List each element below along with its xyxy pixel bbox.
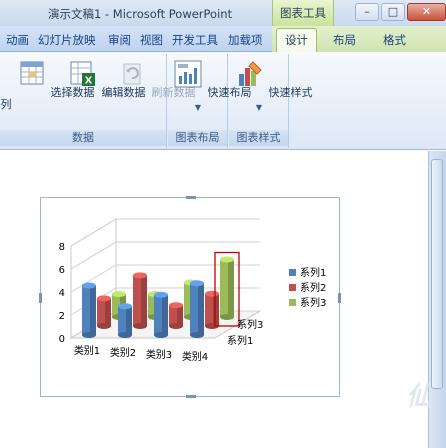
tab-layout[interactable]: 布局 bbox=[333, 32, 356, 48]
tab-developer[interactable]: 开发工具 bbox=[172, 32, 218, 48]
switch-row-column-label: 列 bbox=[0, 98, 12, 111]
tab-design[interactable]: 设计 bbox=[276, 28, 317, 53]
bar-base bbox=[82, 332, 96, 338]
maximize-icon: □ bbox=[387, 5, 399, 18]
bar-shade bbox=[198, 283, 204, 335]
bar-top bbox=[133, 272, 147, 279]
bar-top bbox=[97, 295, 111, 302]
legend-label: 系列1 bbox=[300, 266, 326, 279]
minimize-button[interactable]: – bbox=[355, 3, 379, 21]
legend-swatch bbox=[289, 299, 296, 306]
bar-top bbox=[190, 280, 204, 287]
depth-axis-label: 系列3 bbox=[237, 318, 263, 331]
group-data: 列 选择数据 X 编辑数据 刷新数据 数据 bbox=[0, 54, 196, 148]
y-tick-label: 8 bbox=[59, 242, 65, 253]
chart-tools-context-label: 图表工具 bbox=[272, 0, 334, 26]
bar-base bbox=[169, 323, 183, 329]
y-tick-label: 4 bbox=[59, 288, 65, 299]
legend-swatch bbox=[289, 284, 296, 291]
chart-3d-column[interactable]: 0 2 4 6 8 类别1 类别2 类别3 类别4 系列1 系列3 系列1 系列2 系列3 bbox=[41, 198, 341, 398]
resize-handle-bottom[interactable] bbox=[186, 395, 196, 398]
category-label: 类别1 bbox=[74, 344, 100, 357]
refresh-data-button[interactable]: 刷新数据 bbox=[116, 58, 196, 100]
tab-slideshow[interactable]: 幻灯片放映 bbox=[38, 32, 96, 48]
group-chart-layout: 快速布局 ▼ 图表布局 bbox=[168, 54, 252, 148]
resize-handle-left[interactable] bbox=[39, 293, 42, 303]
bar-top bbox=[205, 290, 219, 297]
legend-swatch bbox=[289, 269, 296, 276]
select-data-button[interactable]: 选择数据 bbox=[15, 58, 95, 100]
legend-label: 系列3 bbox=[300, 296, 326, 309]
svg-text:X: X bbox=[85, 76, 93, 87]
bar-top bbox=[220, 256, 234, 263]
resize-handle-top[interactable] bbox=[186, 196, 196, 199]
bar-top bbox=[82, 282, 96, 289]
ribbon-tabs: 动画 幻灯片放映 审阅 视图 开发工具 加载项 设计 布局 格式 bbox=[0, 26, 446, 53]
bar-top bbox=[118, 303, 132, 310]
bar-base bbox=[118, 332, 132, 338]
close-button[interactable]: ✕ bbox=[407, 3, 446, 21]
title-bar: 演示文稿1 - Microsoft PowerPoint 图表工具 – □ ✕ bbox=[0, 0, 446, 26]
bar-shade bbox=[162, 294, 168, 335]
group-chart-layout-label: 图表布局 bbox=[168, 130, 227, 146]
bar-shade bbox=[126, 306, 132, 335]
group-chart-styles-label: 图表样式 bbox=[229, 130, 288, 146]
quick-styles-button[interactable]: 快速样式 ▼ bbox=[233, 58, 313, 112]
bar-shade bbox=[213, 293, 219, 326]
tab-view[interactable]: 视图 bbox=[140, 32, 163, 48]
group-data-label: 数据 bbox=[0, 130, 166, 146]
bar-shade bbox=[228, 259, 234, 317]
vertical-scrollbar-thumb[interactable] bbox=[431, 159, 443, 389]
switch-row-column-icon bbox=[0, 58, 12, 90]
switch-row-column-button[interactable]: 列 bbox=[0, 58, 12, 112]
y-tick-label: 6 bbox=[59, 265, 65, 276]
category-label: 类别3 bbox=[146, 348, 172, 361]
y-tick-label: 0 bbox=[59, 334, 65, 345]
group-chart-styles: 快速样式 ▼ 图表样式 bbox=[229, 54, 313, 148]
tab-format[interactable]: 格式 bbox=[383, 32, 406, 48]
tab-review[interactable]: 审阅 bbox=[108, 32, 131, 48]
ribbon-panel: 列 选择数据 X 编辑数据 刷新数据 数据 快速布局 ▼ 图表布局 快速样式 ▼… bbox=[0, 52, 446, 150]
bar-top bbox=[169, 302, 183, 309]
edit-data-icon: X bbox=[70, 61, 95, 87]
watermark-logo: 仙 bbox=[406, 382, 433, 412]
slide-workspace: 0 2 4 6 8 类别1 类别2 类别3 类别4 系列1 系列3 系列1 系列2 系列3 仙 bbox=[0, 151, 446, 448]
y-tick-label: 2 bbox=[59, 311, 65, 322]
refresh-data-icon bbox=[123, 63, 141, 85]
bar-base bbox=[154, 332, 168, 338]
quick-styles-icon bbox=[239, 61, 262, 86]
edit-data-button[interactable]: X 编辑数据 bbox=[66, 58, 146, 100]
quick-layout-button[interactable]: 快速布局 ▼ bbox=[172, 58, 252, 112]
category-label: 类别4 bbox=[182, 350, 208, 363]
bar-top bbox=[112, 291, 126, 297]
bar-shade bbox=[141, 275, 147, 326]
quick-styles-label: 快速样式 bbox=[268, 86, 313, 99]
legend-label: 系列2 bbox=[300, 281, 326, 294]
chart-object[interactable]: 0 2 4 6 8 类别1 类别2 类别3 类别4 系列1 系列3 系列1 系列2 系列3 bbox=[39, 196, 341, 398]
close-icon: ✕ bbox=[421, 5, 432, 18]
bar-base bbox=[133, 323, 147, 329]
bar-shade bbox=[177, 305, 183, 326]
quick-layout-chevron-down-icon: ▼ bbox=[194, 103, 202, 112]
bar-shade bbox=[105, 298, 111, 326]
tab-addins[interactable]: 加载项 bbox=[228, 32, 263, 48]
tab-animations[interactable]: 动画 bbox=[6, 32, 29, 48]
bar-base bbox=[190, 332, 204, 338]
minimize-icon: – bbox=[364, 5, 370, 18]
maximize-button[interactable]: □ bbox=[381, 3, 405, 21]
select-data-icon bbox=[20, 61, 44, 85]
depth-axis-label: 系列1 bbox=[227, 334, 253, 347]
category-label: 类别2 bbox=[110, 346, 136, 359]
bar-base bbox=[97, 323, 111, 329]
quick-layout-icon bbox=[174, 60, 202, 88]
resize-handle-right[interactable] bbox=[338, 293, 341, 303]
bar-base bbox=[220, 314, 234, 320]
quick-styles-chevron-down-icon: ▼ bbox=[255, 103, 263, 112]
bar-top bbox=[154, 291, 168, 298]
window-title: 演示文稿1 - Microsoft PowerPoint bbox=[48, 7, 233, 21]
bar-shade bbox=[90, 285, 96, 335]
